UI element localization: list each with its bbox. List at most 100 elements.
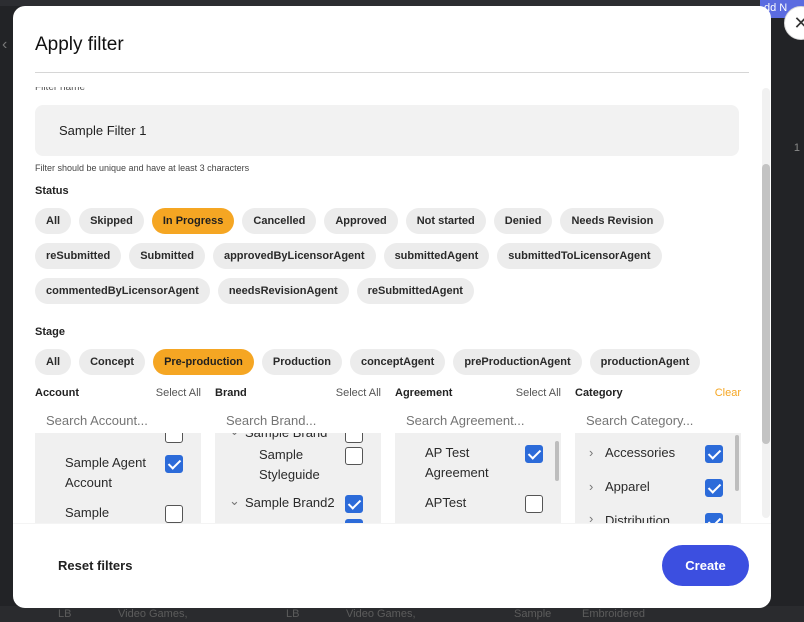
account-checkbox[interactable] (165, 455, 183, 473)
status-chip-approved-by-licensor-agent[interactable]: approvedByLicensorAgent (212, 243, 376, 269)
status-chip-not-started[interactable]: Not started (405, 208, 486, 234)
category-list[interactable]: › Accessories › Apparel › Distribution (575, 433, 741, 523)
status-chip-skipped[interactable]: Skipped (79, 208, 144, 234)
chevron-down-icon[interactable]: ⌄ (229, 433, 240, 439)
category-checkbox[interactable] (705, 513, 723, 523)
brand-list[interactable]: ⌄ Sample Brand Sample Styleguide ⌄ Sampl… (215, 433, 381, 523)
account-select-all[interactable]: Select All (156, 387, 201, 399)
status-chip-resubmitted[interactable]: reSubmitted (35, 243, 122, 269)
category-header: Category Clear (575, 387, 741, 401)
account-item-label: Sample (65, 505, 110, 520)
stage-row: All Concept Pre-production Production co… (35, 349, 701, 375)
brand-select-all[interactable]: Select All (336, 387, 381, 399)
stage-chip-concept[interactable]: Concept (79, 349, 146, 375)
create-button[interactable]: Create (662, 545, 749, 586)
chevron-right-icon[interactable]: › (589, 479, 593, 494)
agreement-list-scrollbar[interactable] (555, 441, 559, 481)
backdrop-cell: Embroidered (582, 608, 645, 620)
brand-checkbox[interactable] (345, 433, 363, 443)
status-chip-in-progress[interactable]: In Progress (151, 208, 235, 234)
status-chip-submitted-agent[interactable]: submittedAgent (383, 243, 490, 269)
modal-scroll-area[interactable]: Filter name Filter should be unique and … (13, 73, 771, 523)
stage-chip-pre-production-agent[interactable]: preProductionAgent (453, 349, 582, 375)
status-chip-submitted[interactable]: Submitted (129, 243, 205, 269)
footer-divider (13, 523, 771, 524)
category-title: Category (575, 387, 623, 399)
account-search-input[interactable] (35, 407, 201, 433)
backdrop-cell: LB (58, 608, 72, 620)
agreement-item-label: APTest (425, 495, 467, 510)
category-checkbox[interactable] (705, 445, 723, 463)
backdrop-table-row: LB Video Games, LB Video Games, Sample E… (0, 606, 804, 622)
agreement-header: Agreement Select All (395, 387, 561, 401)
chevron-down-icon[interactable]: ⌄ (229, 493, 240, 509)
status-chip-submitted-to-licensor-agent[interactable]: submittedToLicensorAgent (497, 243, 662, 269)
stage-chip-pre-production[interactable]: Pre-production (153, 349, 254, 375)
status-chip-denied[interactable]: Denied (493, 208, 553, 234)
status-chip-resubmitted-agent[interactable]: reSubmittedAgent (356, 278, 474, 304)
account-header: Account Select All (35, 387, 201, 401)
account-item-label: Sample Agent Account (65, 455, 146, 490)
filter-name-label: Filter name (35, 87, 86, 93)
close-icon: ✕ (793, 12, 804, 33)
backdrop-cell: Video Games, (346, 608, 416, 620)
agreement-search-input[interactable] (395, 407, 561, 433)
modal-scrollbar-thumb[interactable] (762, 164, 770, 444)
modal-title: Apply filter (35, 34, 124, 55)
agreement-checkbox[interactable] (525, 445, 543, 463)
category-item-label: Apparel (605, 479, 650, 494)
brand-search-input[interactable] (215, 407, 381, 433)
status-row-2: reSubmitted Submitted approvedByLicensor… (35, 243, 662, 269)
agreement-checkbox[interactable] (525, 495, 543, 513)
agreement-list[interactable]: AP Test Agreement APTest (395, 433, 561, 523)
status-row-3: commentedByLicensorAgent needsRevisionAg… (35, 278, 474, 304)
brand-title: Brand (215, 387, 247, 399)
chevron-right-icon[interactable]: › (589, 445, 593, 460)
filter-name-hint: Filter should be unique and have at leas… (35, 163, 250, 173)
brand-filter: Brand Select All ⌄ Sample Brand Sample S… (215, 387, 381, 523)
agreement-item-label: AP Test Agreement (425, 445, 489, 480)
brand-checkbox[interactable] (345, 495, 363, 513)
brand-checkbox[interactable] (345, 447, 363, 465)
status-chip-cancelled[interactable]: Cancelled (242, 208, 317, 234)
category-filter: Category Clear › Accessories › Apparel ›… (575, 387, 741, 523)
agreement-filter: Agreement Select All AP Test Agreement A… (395, 387, 561, 523)
category-search-input[interactable] (575, 407, 741, 433)
stage-label: Stage (35, 326, 65, 338)
stage-chip-all[interactable]: All (35, 349, 72, 375)
backdrop-cell: LB (286, 608, 300, 620)
status-chip-all[interactable]: All (35, 208, 72, 234)
account-checkbox[interactable] (165, 505, 183, 523)
chevron-right-icon[interactable]: › (589, 511, 593, 523)
filter-name-input[interactable] (35, 105, 739, 156)
brand-header: Brand Select All (215, 387, 381, 401)
category-item-label: Accessories (605, 445, 676, 460)
backdrop-back-icon: ‹ (2, 36, 8, 53)
backdrop-cell: Sample (514, 608, 552, 620)
account-title: Account (35, 387, 79, 399)
category-checkbox[interactable] (705, 479, 723, 497)
backdrop-number: 1 (793, 142, 800, 154)
category-list-scrollbar[interactable] (735, 435, 739, 491)
agreement-title: Agreement (395, 387, 453, 399)
stage-chip-production-agent[interactable]: productionAgent (589, 349, 701, 375)
category-clear[interactable]: Clear (715, 387, 741, 399)
reset-filters-button[interactable]: Reset filters (58, 558, 132, 573)
agreement-select-all[interactable]: Select All (516, 387, 561, 399)
apply-filter-modal: Apply filter Filter name Filter should b… (13, 6, 771, 608)
brand-item-label: Sample Styleguide (259, 447, 320, 482)
category-item-label: Distribution (605, 513, 671, 523)
account-checkbox[interactable] (165, 433, 183, 443)
status-chip-needs-revision[interactable]: Needs Revision (560, 208, 665, 234)
account-filter: Account Select All Sample Agent Account … (35, 387, 201, 523)
modal-scrollbar[interactable] (762, 88, 770, 518)
status-row-1: All Skipped In Progress Cancelled Approv… (35, 208, 665, 234)
account-list[interactable]: Sample Agent Account Sample (35, 433, 201, 523)
stage-chip-production[interactable]: Production (261, 349, 342, 375)
status-label: Status (35, 185, 69, 197)
status-chip-commented-by-licensor-agent[interactable]: commentedByLicensorAgent (35, 278, 210, 304)
status-chip-needs-revision-agent[interactable]: needsRevisionAgent (217, 278, 349, 304)
backdrop-cell: Video Games, (118, 608, 188, 620)
status-chip-approved[interactable]: Approved (324, 208, 398, 234)
stage-chip-concept-agent[interactable]: conceptAgent (349, 349, 446, 375)
